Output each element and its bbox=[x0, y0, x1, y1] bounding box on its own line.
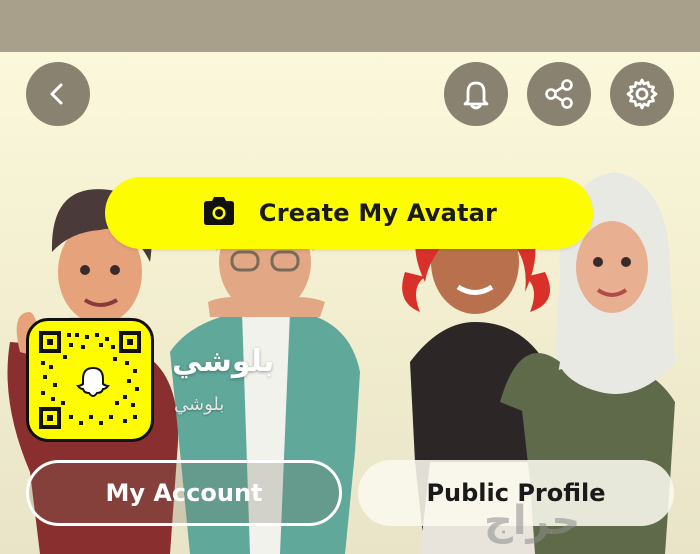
chevron-left-icon bbox=[45, 81, 71, 107]
snapcode[interactable] bbox=[26, 318, 154, 442]
share-icon bbox=[542, 77, 576, 111]
settings-button[interactable] bbox=[610, 62, 674, 126]
back-button[interactable] bbox=[26, 62, 90, 126]
status-bar bbox=[0, 0, 700, 52]
notifications-button[interactable] bbox=[444, 62, 508, 126]
create-avatar-button[interactable]: Create My Avatar bbox=[105, 177, 593, 249]
bell-icon bbox=[459, 77, 493, 111]
ghost-icon bbox=[69, 358, 117, 406]
watermark: حراج bbox=[484, 498, 581, 544]
gear-icon bbox=[624, 76, 660, 112]
create-avatar-label: Create My Avatar bbox=[258, 199, 498, 227]
username: بلوشي bbox=[174, 394, 225, 415]
my-account-button[interactable]: My Account bbox=[26, 460, 342, 526]
share-button[interactable] bbox=[527, 62, 591, 126]
display-name: بلوشي bbox=[172, 344, 275, 379]
profile-header: Create My Avatar بلوشي بلوشي My Account … bbox=[0, 52, 700, 554]
camera-icon bbox=[201, 196, 237, 230]
